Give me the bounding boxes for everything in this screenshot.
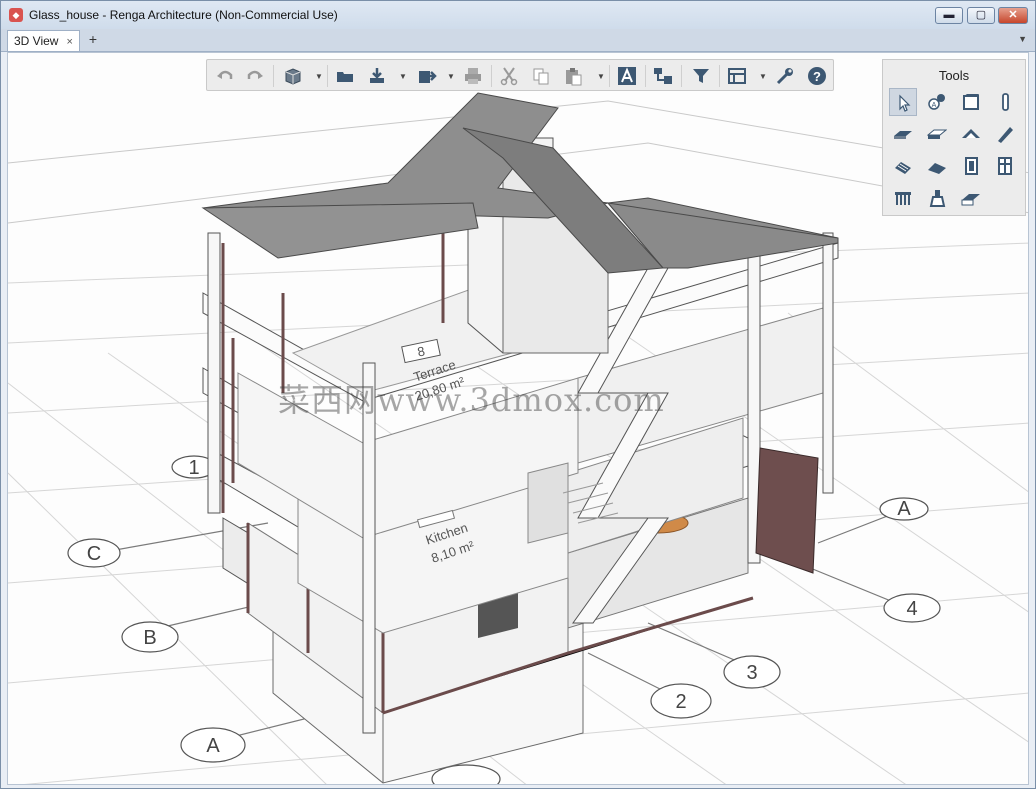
door-icon[interactable] bbox=[957, 152, 985, 180]
text-style-icon[interactable] bbox=[617, 66, 637, 86]
open-folder-icon[interactable] bbox=[335, 66, 355, 86]
axis-label-b: B bbox=[143, 627, 156, 649]
watermark: 菜西网www.3dmox.com bbox=[278, 381, 665, 419]
maximize-button[interactable]: ▢ bbox=[967, 7, 995, 24]
svg-text:?: ? bbox=[813, 69, 821, 84]
opening-icon[interactable] bbox=[957, 184, 985, 212]
tab-list-dropdown[interactable]: ▼ bbox=[1018, 34, 1027, 44]
axis-label-2: 2 bbox=[675, 691, 686, 713]
export-icon[interactable] bbox=[417, 66, 437, 86]
axis-label-a-right: A bbox=[897, 498, 911, 520]
level-visibility-icon[interactable] bbox=[727, 66, 747, 86]
window-icon[interactable] bbox=[991, 152, 1019, 180]
axis-label-1: 1 bbox=[188, 457, 199, 479]
minimize-button[interactable]: ▬ bbox=[935, 7, 963, 24]
title-bar: ◆ Glass_house - Renga Architecture (Non-… bbox=[1, 1, 1035, 29]
axis-label-c: C bbox=[87, 543, 101, 565]
export-dropdown-icon[interactable]: ▼ bbox=[447, 72, 455, 81]
undo-icon[interactable] bbox=[215, 66, 235, 86]
main-toolbar: ▼ ▼ ▼ ▼ ▼ ? bbox=[206, 59, 834, 91]
cut-icon[interactable] bbox=[499, 66, 519, 86]
view-dropdown-icon[interactable]: ▼ bbox=[315, 72, 323, 81]
window-title: Glass_house - Renga Architecture (Non-Co… bbox=[29, 8, 338, 22]
tab-close-icon[interactable]: × bbox=[66, 36, 72, 48]
tools-panel: Tools A bbox=[882, 59, 1026, 216]
tools-panel-title: Tools bbox=[938, 68, 970, 83]
select-icon[interactable] bbox=[889, 88, 917, 116]
beam-icon[interactable] bbox=[991, 120, 1019, 148]
roof-icon[interactable] bbox=[957, 120, 985, 148]
floor-icon[interactable] bbox=[923, 120, 951, 148]
add-tab-button[interactable]: + bbox=[85, 32, 101, 48]
3d-viewport[interactable]: C B A 1 2 3 4 A 8 Terrace 20,80 m² Kitch… bbox=[7, 52, 1029, 785]
equipment-icon[interactable] bbox=[923, 184, 951, 212]
print-icon[interactable] bbox=[463, 66, 483, 86]
renga-app-icon: ◆ bbox=[9, 8, 23, 22]
filter-icon[interactable] bbox=[691, 66, 711, 86]
tab-label: 3D View bbox=[14, 34, 59, 48]
import-dropdown-icon[interactable]: ▼ bbox=[399, 72, 407, 81]
close-button[interactable]: ✕ bbox=[998, 7, 1028, 24]
axis-label-4: 4 bbox=[906, 598, 917, 620]
level-dropdown-icon[interactable]: ▼ bbox=[759, 72, 767, 81]
axis-label-a: A bbox=[206, 735, 220, 757]
help-icon[interactable]: ? bbox=[807, 66, 827, 86]
axes-icon[interactable]: A bbox=[923, 88, 951, 116]
column-icon[interactable] bbox=[991, 88, 1019, 116]
hierarchy-icon[interactable] bbox=[653, 66, 673, 86]
paste-dropdown-icon[interactable]: ▼ bbox=[597, 72, 605, 81]
railing-icon[interactable] bbox=[889, 184, 917, 212]
redo-icon[interactable] bbox=[245, 66, 265, 86]
exterior-door[interactable] bbox=[755, 447, 819, 574]
stair-icon[interactable] bbox=[889, 152, 917, 180]
wall-icon[interactable] bbox=[957, 88, 985, 116]
paste-icon[interactable] bbox=[563, 66, 583, 86]
app-window: ◆ Glass_house - Renga Architecture (Non-… bbox=[0, 0, 1036, 789]
settings-wrench-icon[interactable] bbox=[775, 66, 795, 86]
view-cube-icon[interactable] bbox=[283, 66, 303, 86]
tab-3d-view[interactable]: 3D View × bbox=[7, 30, 80, 51]
import-icon[interactable] bbox=[367, 66, 387, 86]
slab-icon[interactable] bbox=[889, 120, 917, 148]
copy-icon[interactable] bbox=[531, 66, 551, 86]
ramp-icon[interactable] bbox=[923, 152, 951, 180]
svg-text:A: A bbox=[932, 102, 937, 109]
axis-label-3: 3 bbox=[746, 662, 757, 684]
tab-bar: 3D View × + ▼ bbox=[1, 29, 1035, 52]
